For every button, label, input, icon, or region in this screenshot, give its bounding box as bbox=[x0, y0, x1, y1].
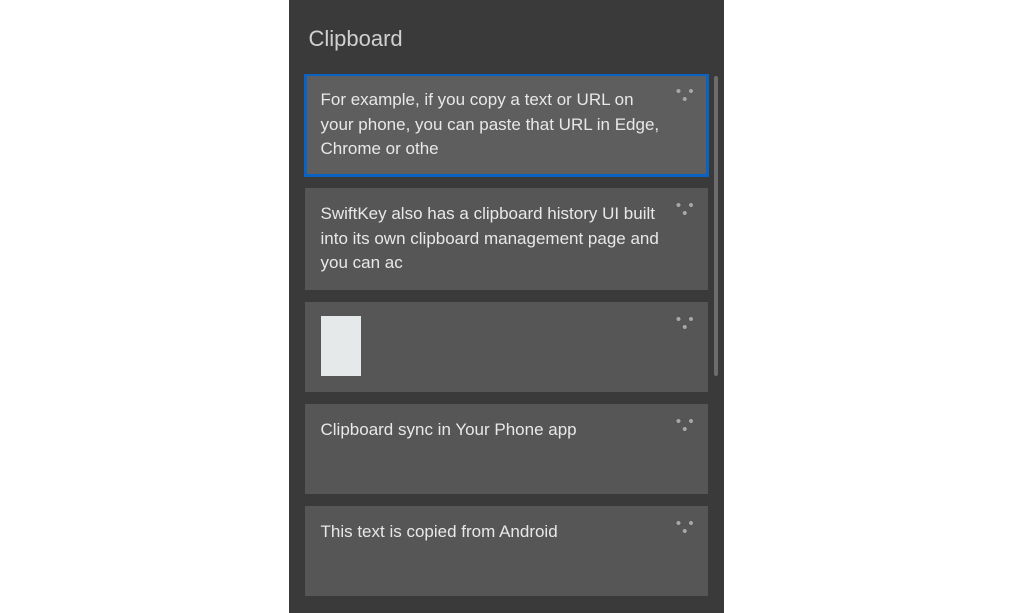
more-icon[interactable]: • • • bbox=[674, 86, 698, 106]
more-icon[interactable]: • • • bbox=[674, 314, 698, 334]
more-icon[interactable]: • • • bbox=[674, 518, 698, 538]
clipboard-item[interactable]: For example, if you copy a text or URL o… bbox=[305, 74, 708, 176]
clipboard-item[interactable]: This text is copied from Android • • • bbox=[305, 506, 708, 596]
clipboard-items-list: For example, if you copy a text or URL o… bbox=[289, 74, 724, 597]
clipboard-item[interactable]: SwiftKey also has a clipboard history UI… bbox=[305, 188, 708, 290]
clipboard-item-text: SwiftKey also has a clipboard history UI… bbox=[321, 202, 664, 276]
clipboard-item[interactable]: Clipboard sync in Your Phone app • • • bbox=[305, 404, 708, 494]
clipboard-image-thumbnail bbox=[321, 316, 361, 376]
more-icon[interactable]: • • • bbox=[674, 416, 698, 436]
more-icon[interactable]: • • • bbox=[674, 200, 698, 220]
scrollbar[interactable] bbox=[714, 76, 718, 376]
clipboard-item-text: Clipboard sync in Your Phone app bbox=[321, 418, 577, 443]
clipboard-item[interactable]: • • • bbox=[305, 302, 708, 392]
clipboard-item-text: For example, if you copy a text or URL o… bbox=[321, 88, 664, 162]
clipboard-panel: Clipboard For example, if you copy a tex… bbox=[289, 0, 724, 613]
clipboard-item-text: This text is copied from Android bbox=[321, 520, 558, 545]
panel-title: Clipboard bbox=[289, 20, 724, 74]
